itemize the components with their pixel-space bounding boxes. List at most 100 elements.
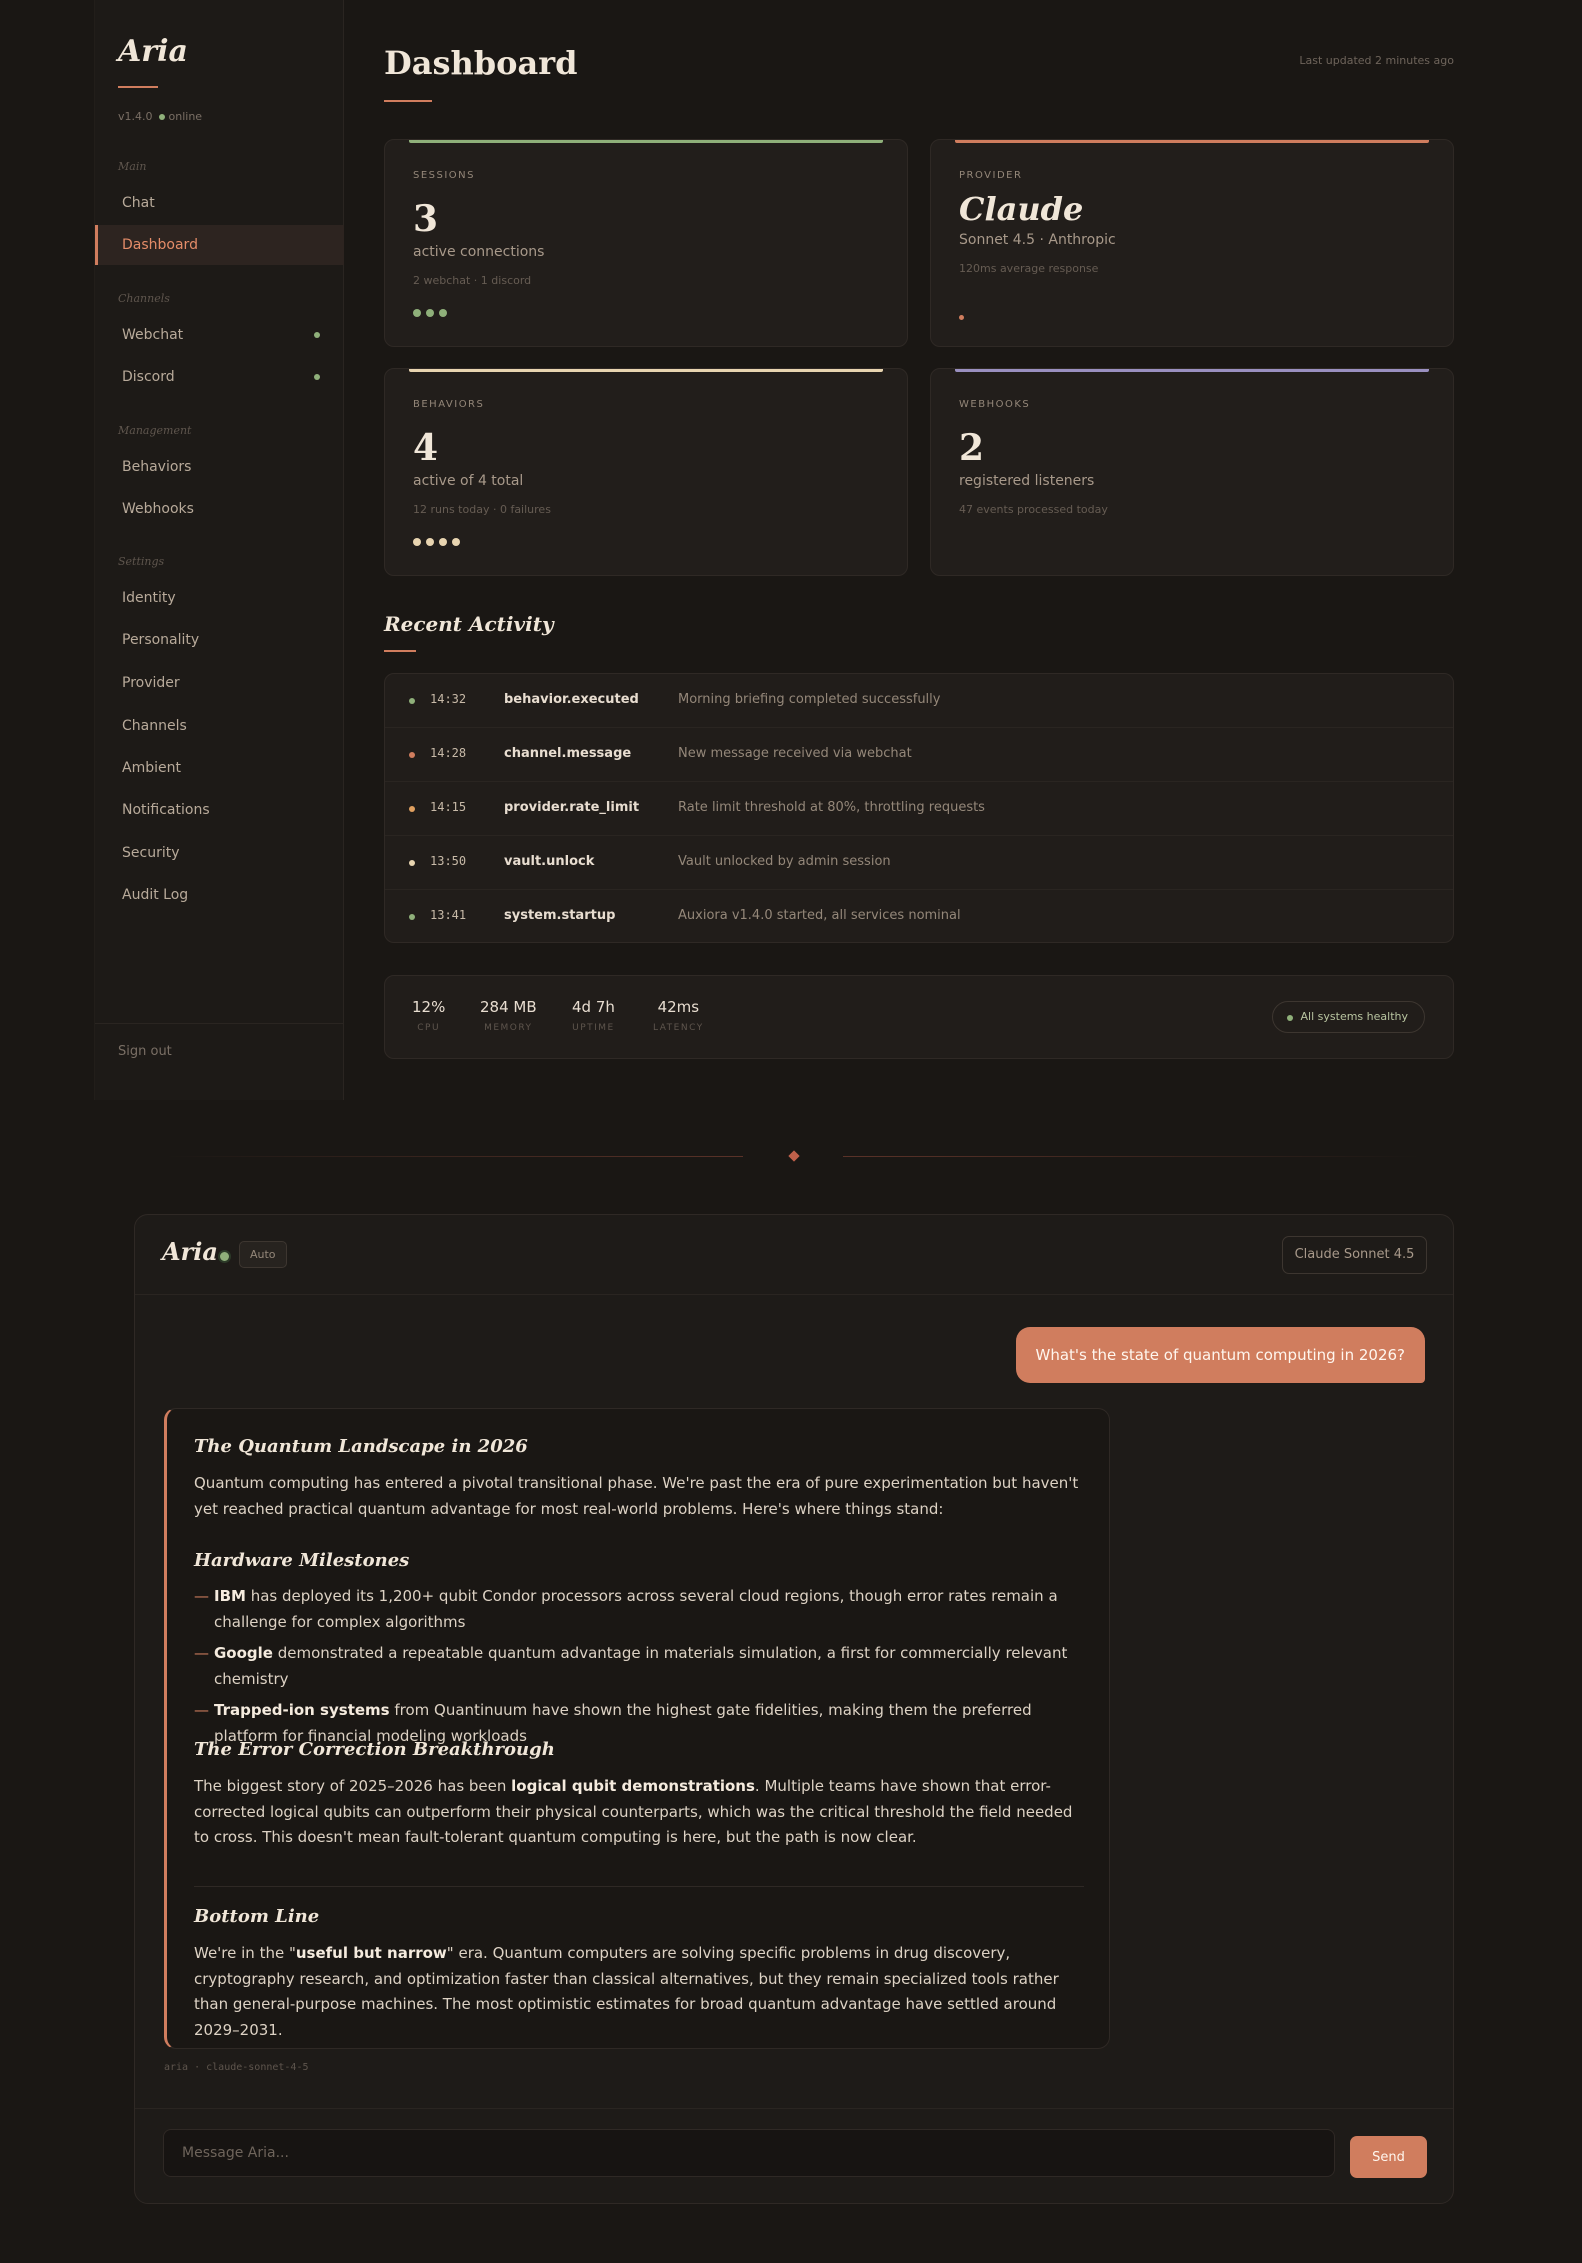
sidebar-item-dashboard[interactable]: Dashboard bbox=[95, 225, 344, 265]
sign-out-link[interactable]: Sign out bbox=[118, 1044, 172, 1059]
response-list: — IBM has deployed its 1,200+ qubit Condo… bbox=[194, 1584, 1084, 1755]
card-value: 3 bbox=[413, 198, 439, 240]
activity-event: provider.rate_limit bbox=[504, 800, 640, 815]
brand-logo: Aria bbox=[118, 34, 188, 69]
response-paragraph: The biggest story of 2025–2026 has been … bbox=[194, 1774, 1084, 1851]
sidebar-item-audit-log[interactable]: Audit Log bbox=[95, 875, 344, 915]
activity-row[interactable]: 14:28 channel.message New message receiv… bbox=[385, 728, 1453, 782]
behaviors-card: BEHAVIORS 4 active of 4 total 12 runs to… bbox=[384, 368, 908, 576]
activity-time: 13:50 bbox=[430, 854, 467, 868]
stat-label: MEMORY bbox=[484, 1023, 533, 1033]
card-accent bbox=[955, 369, 1429, 372]
list-item: — Google demonstrated a repeatable quantu… bbox=[194, 1641, 1084, 1692]
healthy-dot-icon bbox=[1286, 1015, 1293, 1021]
message-meta: aria · claude-sonnet-4-5 bbox=[164, 2062, 309, 2073]
sidebar-item-security[interactable]: Security bbox=[95, 833, 344, 873]
card-subtitle: Sonnet 4.5 · Anthropic bbox=[959, 232, 1116, 248]
sidebar-item-discord[interactable]: Discord bbox=[95, 357, 344, 397]
card-accent bbox=[955, 140, 1429, 143]
card-subtitle: active of 4 total bbox=[413, 473, 524, 489]
assistant-message: The Quantum Landscape in 2026 Quantum co… bbox=[164, 1408, 1110, 2049]
behavior-dots bbox=[413, 531, 465, 550]
dash-icon: — bbox=[194, 1644, 209, 1662]
system-stats-bar: 12% CPU 284 MB MEMORY 4d 7h UPTIME 42ms … bbox=[384, 975, 1454, 1059]
status-label: online bbox=[168, 110, 203, 123]
card-label: BEHAVIORS bbox=[413, 399, 485, 410]
card-accent bbox=[409, 140, 883, 143]
sidebar-item-channels[interactable]: Channels bbox=[95, 706, 344, 746]
composer: Send bbox=[135, 2108, 1453, 2203]
activity-event: vault.unlock bbox=[504, 854, 595, 869]
sidebar-item-notifications[interactable]: Notifications bbox=[95, 790, 344, 830]
brand-underline bbox=[118, 86, 158, 88]
session-dot-icon bbox=[426, 309, 434, 317]
activity-list: 14:32 behavior.executed Morning briefing… bbox=[384, 673, 1454, 943]
sidebar-item-ambient[interactable]: Ambient bbox=[95, 748, 344, 788]
provider-dot-icon bbox=[959, 315, 964, 320]
sidebar-item-chat[interactable]: Chat bbox=[95, 183, 344, 223]
version-status: v1.4.0 online bbox=[118, 110, 202, 123]
activity-row[interactable]: 14:32 behavior.executed Morning briefing… bbox=[385, 674, 1453, 728]
chat-panel: Aria Auto Claude Sonnet 4.5 What's the s… bbox=[134, 1214, 1454, 2204]
section-underline bbox=[384, 650, 416, 652]
sidebar-item-webchat[interactable]: Webchat bbox=[95, 315, 344, 355]
chat-brand: Aria bbox=[162, 1237, 218, 1266]
activity-time: 14:15 bbox=[430, 800, 467, 814]
activity-event: behavior.executed bbox=[504, 692, 639, 707]
activity-row[interactable]: 14:15 provider.rate_limit Rate limit thr… bbox=[385, 782, 1453, 836]
stat-memory: 284 MB MEMORY bbox=[480, 998, 537, 1033]
list-item-strong: Trapped-ion systems bbox=[214, 1701, 390, 1719]
online-dot-icon bbox=[314, 332, 320, 338]
dash-icon: — bbox=[194, 1701, 209, 1719]
card-detail: 12 runs today · 0 failures bbox=[413, 503, 551, 516]
activity-status-dot-icon bbox=[409, 698, 415, 704]
stat-value: 42ms bbox=[657, 998, 700, 1016]
card-accent bbox=[409, 369, 883, 372]
card-detail: 120ms average response bbox=[959, 262, 1099, 275]
nav-section-main: Main bbox=[118, 160, 147, 173]
user-message-bubble: What's the state of quantum computing in… bbox=[1015, 1327, 1425, 1383]
sidebar-item-label: Identity bbox=[122, 590, 176, 606]
send-button[interactable]: Send bbox=[1350, 2136, 1427, 2178]
list-item-text: demonstrated a repeatable quantum advant… bbox=[214, 1644, 1068, 1688]
last-updated: Last updated 2 minutes ago bbox=[1299, 54, 1454, 67]
activity-status-dot-icon bbox=[409, 806, 415, 812]
mode-badge[interactable]: Auto bbox=[239, 1241, 287, 1268]
sidebar-item-label: Chat bbox=[122, 195, 155, 211]
sidebar-item-label: Notifications bbox=[122, 802, 210, 818]
session-dots bbox=[413, 302, 452, 321]
session-dot-icon bbox=[413, 309, 421, 317]
sidebar-item-label: Webchat bbox=[122, 327, 184, 343]
behavior-dot-icon bbox=[439, 538, 447, 546]
activity-event: system.startup bbox=[504, 908, 616, 923]
model-selector-button[interactable]: Claude Sonnet 4.5 bbox=[1282, 1236, 1427, 1274]
sidebar: Aria v1.4.0 online Main Chat Dashboard Ch… bbox=[94, 0, 344, 1100]
card-label: PROVIDER bbox=[959, 170, 1023, 181]
stat-uptime: 4d 7h UPTIME bbox=[572, 998, 615, 1033]
sidebar-item-label: Personality bbox=[122, 632, 200, 648]
sidebar-divider bbox=[95, 1023, 344, 1024]
activity-description: Vault unlocked by admin session bbox=[678, 854, 891, 869]
nav-section-management: Management bbox=[118, 424, 192, 437]
online-dot-icon bbox=[158, 113, 165, 120]
sidebar-item-behaviors[interactable]: Behaviors bbox=[95, 447, 344, 487]
sidebar-item-personality[interactable]: Personality bbox=[95, 620, 344, 660]
activity-row[interactable]: 13:41 system.startup Auxiora v1.4.0 star… bbox=[385, 890, 1453, 942]
response-paragraph: We're in the "useful but narrow" era. Qu… bbox=[194, 1941, 1084, 2043]
sidebar-item-provider[interactable]: Provider bbox=[95, 663, 344, 703]
list-item: — IBM has deployed its 1,200+ qubit Condo… bbox=[194, 1584, 1084, 1635]
response-heading: The Quantum Landscape in 2026 bbox=[194, 1436, 528, 1457]
activity-status-dot-icon bbox=[409, 860, 415, 866]
stat-value: 12% bbox=[412, 998, 446, 1016]
sidebar-item-label: Discord bbox=[122, 369, 175, 385]
sidebar-item-webhooks[interactable]: Webhooks bbox=[95, 489, 344, 529]
behavior-dot-icon bbox=[426, 538, 434, 546]
card-value: 2 bbox=[959, 427, 985, 469]
provider-card: PROVIDER Claude Sonnet 4.5 · Anthropic 1… bbox=[930, 139, 1454, 347]
health-label: All systems healthy bbox=[1300, 1010, 1408, 1023]
activity-row[interactable]: 13:50 vault.unlock Vault unlocked by adm… bbox=[385, 836, 1453, 890]
title-underline bbox=[384, 100, 432, 102]
sidebar-item-identity[interactable]: Identity bbox=[95, 578, 344, 618]
message-input[interactable] bbox=[163, 2129, 1335, 2177]
dash-icon: — bbox=[194, 1587, 209, 1605]
